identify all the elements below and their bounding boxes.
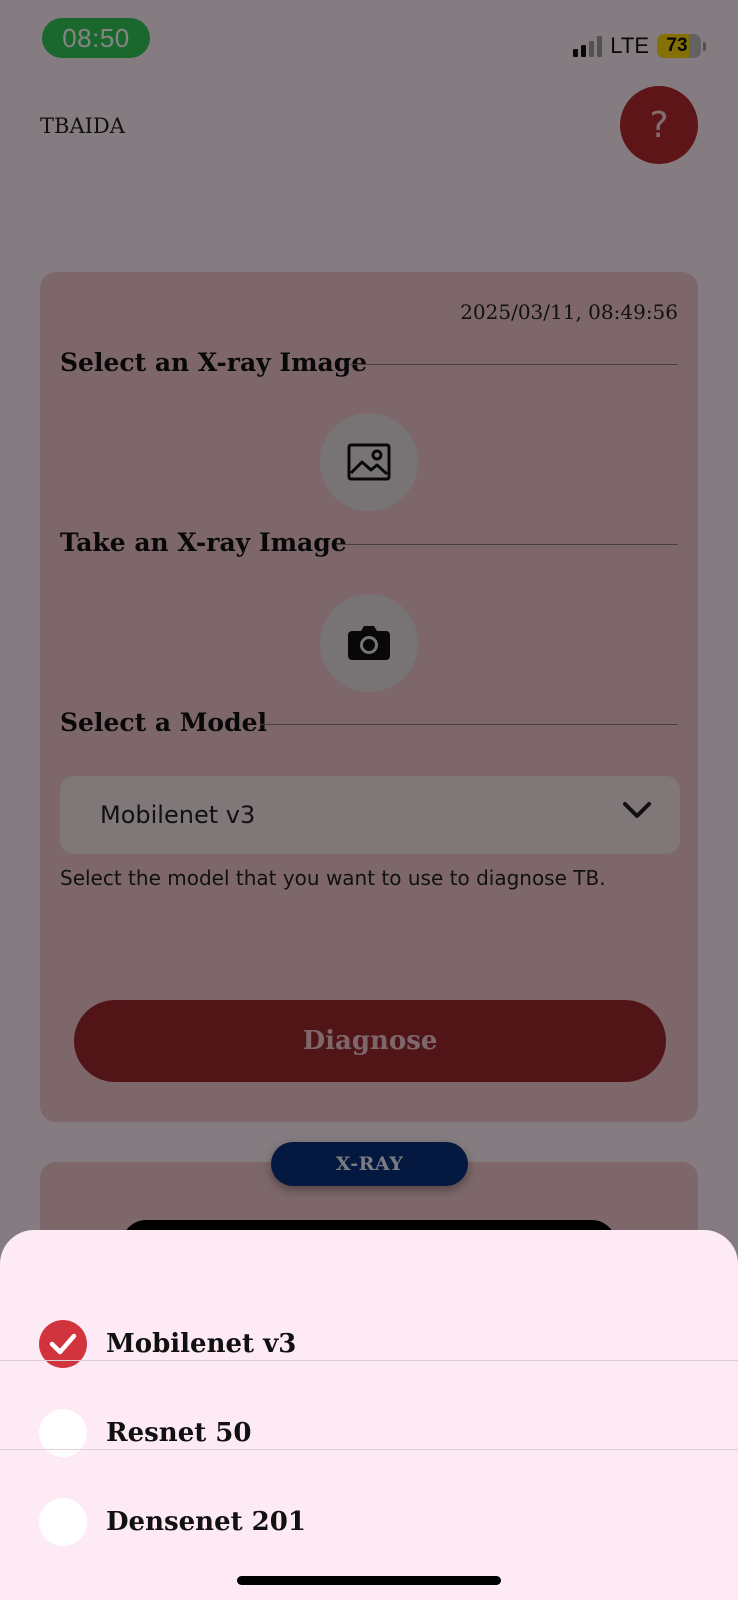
home-indicator[interactable] — [237, 1576, 501, 1585]
model-option-label: Mobilenet v3 — [106, 1329, 297, 1359]
divider — [0, 1360, 738, 1361]
model-option-densenet[interactable]: Densenet 201 — [0, 1478, 738, 1566]
app-screen: 08:50 LTE 73 TBAIDA ? 2025/03/11, 08:49:… — [0, 0, 738, 1600]
radio-unchecked[interactable] — [39, 1498, 87, 1546]
model-picker-sheet: Mobilenet v3 Resnet 50 Densenet 201 — [0, 1230, 738, 1600]
checkmark-icon — [49, 1333, 77, 1355]
model-option-label: Densenet 201 — [106, 1507, 306, 1537]
model-option-label: Resnet 50 — [106, 1418, 252, 1448]
model-option-mobilenet[interactable]: Mobilenet v3 — [0, 1300, 738, 1388]
model-option-resnet[interactable]: Resnet 50 — [0, 1389, 738, 1477]
divider — [0, 1449, 738, 1450]
